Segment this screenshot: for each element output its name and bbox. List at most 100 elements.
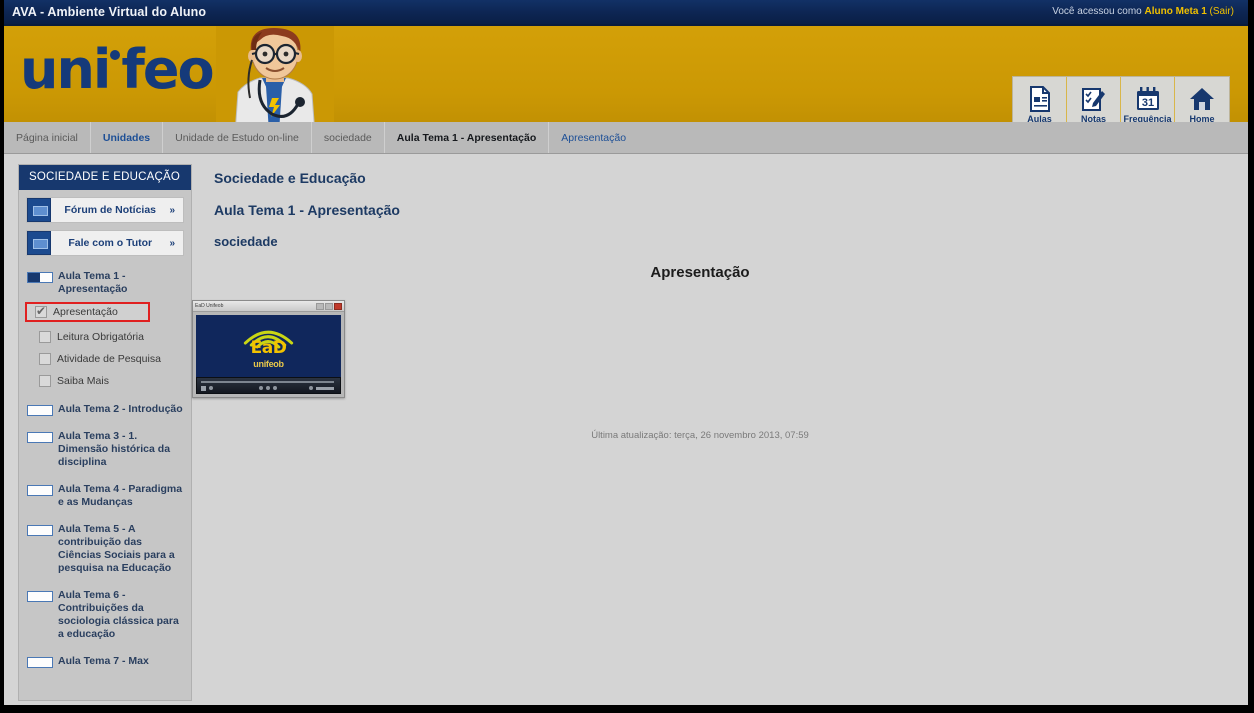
close-icon[interactable]	[334, 302, 342, 310]
sidebar-topic-aula-tema-7[interactable]: Aula Tema 7 - Max	[27, 655, 191, 668]
svg-text:31: 31	[1141, 97, 1153, 109]
sidebar-button-forum-noticias[interactable]: Fórum de Notícias »	[26, 197, 184, 223]
course-heading: Sociedade e Educação	[214, 170, 366, 186]
chevron-right-icon: »	[169, 237, 175, 249]
sidebar-subitem-atividade-pesquisa[interactable]: Atividade de Pesquisa	[35, 351, 191, 367]
player-transport-controls[interactable]	[259, 386, 277, 390]
sidebar-topic-aula-tema-1[interactable]: Aula Tema 1 - Apresentação	[27, 270, 191, 296]
mascot-illustration	[216, 26, 334, 122]
sidebar-topic-aula-tema-5[interactable]: Aula Tema 5 - A contribuição das Ciência…	[27, 523, 191, 575]
quick-nav-aulas[interactable]: Aulas	[1013, 77, 1067, 122]
sidebar-topic-label: Aula Tema 7 - Max	[58, 655, 149, 667]
progress-bar-icon	[27, 485, 53, 496]
breadcrumb: Página inicial Unidades Unidade de Estud…	[4, 122, 1248, 154]
sidebar-topic-aula-tema-3[interactable]: Aula Tema 3 - 1. Dimensão histórica da d…	[27, 430, 191, 469]
sidebar-topic-aula-tema-4[interactable]: Aula Tema 4 - Paradigma e as Mudanças	[27, 483, 191, 509]
frequencia-icon: 31	[1136, 84, 1160, 112]
player-volume-controls[interactable]	[309, 386, 334, 390]
sidebar-button-fale-com-tutor[interactable]: Fale com o Tutor »	[26, 230, 184, 256]
progress-bar-icon	[27, 591, 53, 602]
banner: uni feob Aulas Notas 31 Frequência Home	[4, 26, 1248, 122]
stop-icon[interactable]	[201, 386, 206, 391]
topic-heading: Aula Tema 1 - Apresentação	[214, 202, 400, 218]
page-title: Apresentação	[650, 264, 750, 281]
page-body: SOCIEDADE E EDUCAÇÃO Fórum de Notícias »…	[4, 154, 1248, 705]
last-updated-text: Última atualização: terça, 26 novembro 2…	[591, 430, 809, 441]
checkbox-icon	[39, 375, 51, 387]
forum-icon	[27, 198, 51, 222]
sidebar-subitem-apresentacao[interactable]: Apresentação	[25, 302, 150, 322]
quick-nav-iconbar: Aulas Notas 31 Frequência Home	[1012, 76, 1230, 122]
home-label: Home	[1189, 114, 1215, 122]
breadcrumb-item-sociedade[interactable]: sociedade	[312, 122, 385, 153]
access-prefix-label: Você acessou como	[1052, 6, 1145, 17]
main-content: Sociedade e Educação Aula Tema 1 - Apres…	[192, 154, 1248, 705]
player-controls[interactable]	[196, 377, 341, 394]
quick-nav-home[interactable]: Home	[1175, 77, 1229, 122]
progress-bar-icon	[27, 525, 53, 536]
quick-nav-frequencia[interactable]: 31 Frequência	[1121, 77, 1175, 122]
sidebar-subitem-leitura-obrigatoria[interactable]: Leitura Obrigatória	[35, 329, 191, 345]
frequencia-label: Frequência	[1123, 114, 1172, 122]
previous-icon[interactable]	[259, 386, 263, 390]
logo-dot	[110, 50, 121, 60]
ava-page: AVA - Ambiente Virtual do Aluno Você ace…	[0, 0, 1254, 713]
play-icon[interactable]	[266, 386, 270, 390]
player-title-bar: EaD Unifeob	[193, 301, 344, 312]
player-left-controls[interactable]	[201, 386, 213, 391]
sidebar-topic-label: Aula Tema 6 - Contribuições da sociologi…	[58, 589, 179, 640]
progress-bar-icon	[27, 657, 53, 668]
sidebar-topic-label: Aula Tema 1 - Apresentação	[58, 270, 128, 295]
tutor-label: Fale com o Tutor	[68, 237, 153, 249]
volume-icon[interactable]	[309, 386, 313, 390]
sidebar-subitem-label: Leitura Obrigatória	[57, 331, 144, 343]
notas-icon	[1081, 84, 1106, 112]
unifeob-logo: uni feob	[20, 43, 251, 97]
progress-bar-icon	[27, 432, 53, 443]
checkbox-icon	[39, 331, 51, 343]
minimize-icon[interactable]	[316, 302, 324, 310]
user-session-info: Você acessou como Aluno Meta 1 (Sair)	[1052, 6, 1234, 17]
sidebar-topic-aula-tema-2[interactable]: Aula Tema 2 - Introdução	[27, 403, 191, 416]
user-name-label: Aluno Meta 1	[1144, 6, 1207, 17]
maximize-icon[interactable]	[325, 302, 333, 310]
next-icon[interactable]	[273, 386, 277, 390]
sidebar-topic-aula-tema-6[interactable]: Aula Tema 6 - Contribuições da sociologi…	[27, 589, 191, 641]
logout-link[interactable]: (Sair)	[1210, 6, 1234, 17]
sidebar-topic-label: Aula Tema 3 - 1. Dimensão histórica da d…	[58, 430, 171, 468]
logo-part-uni: uni	[20, 38, 111, 101]
video-player[interactable]: EaD Unifeob EaD unifeob	[192, 300, 345, 398]
sidebar-subitem-label: Saiba Mais	[57, 375, 109, 387]
fullscreen-icon[interactable]	[209, 386, 213, 390]
sidebar-subitem-saiba-mais[interactable]: Saiba Mais	[35, 373, 191, 389]
checkbox-icon	[39, 353, 51, 365]
sidebar-topic-label: Aula Tema 4 - Paradigma e as Mudanças	[58, 483, 183, 508]
chevron-right-icon: »	[169, 204, 175, 216]
breadcrumb-item-aula-tema-1[interactable]: Aula Tema 1 - Apresentação	[385, 122, 550, 153]
checkbox-checked-icon	[35, 304, 47, 318]
player-window-buttons	[316, 302, 342, 310]
breadcrumb-item-unidades[interactable]: Unidades	[91, 122, 164, 153]
sidebar-title: SOCIEDADE E EDUCAÇÃO	[19, 165, 191, 190]
sidebar-topic-label: Aula Tema 2 - Introdução	[58, 403, 183, 415]
quick-nav-notas[interactable]: Notas	[1067, 77, 1121, 122]
breadcrumb-item-apresentacao[interactable]: Apresentação	[549, 122, 638, 153]
unit-heading: sociedade	[214, 234, 278, 249]
volume-slider[interactable]	[316, 387, 334, 390]
aulas-icon	[1029, 84, 1051, 112]
player-window-title: EaD Unifeob	[195, 303, 224, 309]
breadcrumb-item-unidade-estudo-online[interactable]: Unidade de Estudo on-line	[163, 122, 312, 153]
progress-bar-icon	[27, 272, 53, 283]
course-sidebar: SOCIEDADE E EDUCAÇÃO Fórum de Notícias »…	[18, 164, 192, 701]
seek-bar[interactable]	[201, 381, 334, 383]
breadcrumb-item-pagina-inicial[interactable]: Página inicial	[4, 122, 91, 153]
player-screen: EaD unifeob	[196, 315, 341, 380]
top-bar: AVA - Ambiente Virtual do Aluno Você ace…	[4, 0, 1248, 26]
aulas-label: Aulas	[1027, 114, 1052, 122]
sidebar-topic-label: Aula Tema 5 - A contribuição das Ciência…	[58, 523, 175, 574]
sidebar-subitem-label: Apresentação	[53, 306, 118, 318]
progress-bar-icon	[27, 405, 53, 416]
app-title: AVA - Ambiente Virtual do Aluno	[12, 5, 207, 19]
notas-label: Notas	[1080, 114, 1106, 122]
ead-logo-sub: unifeob	[253, 359, 284, 369]
